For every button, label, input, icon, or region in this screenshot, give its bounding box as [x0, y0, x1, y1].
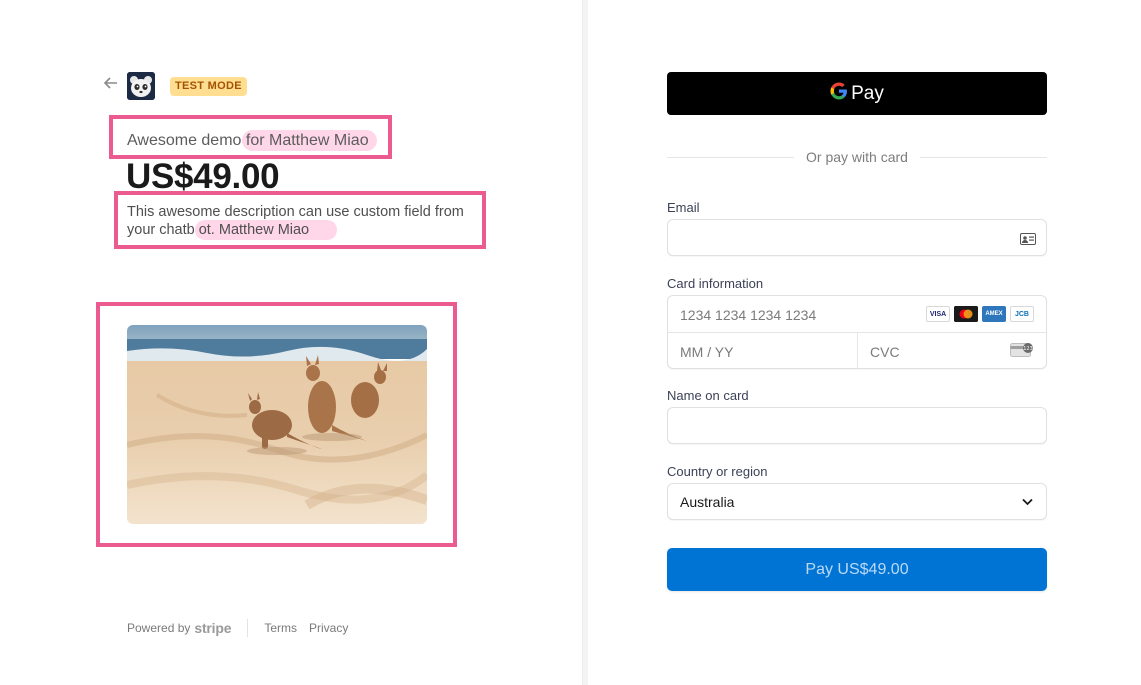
or-pay-with-card-text: Or pay with card: [806, 149, 908, 165]
visa-icon: VISA: [926, 306, 950, 322]
pay-button-label: Pay US$49.00: [805, 560, 909, 578]
terms-link[interactable]: Terms: [264, 621, 297, 635]
merchant-logo: [127, 72, 155, 100]
expiry-field[interactable]: MM / YY: [680, 344, 733, 360]
mastercard-icon: [954, 306, 978, 322]
annotation-frame-description: [114, 191, 486, 249]
country-label: Country or region: [667, 464, 768, 479]
footer: Powered by stripe Terms Privacy: [127, 619, 360, 637]
name-on-card-label: Name on card: [667, 388, 749, 403]
card-column-divider: [857, 332, 858, 369]
jcb-icon: JCB: [1010, 306, 1034, 322]
email-label: Email: [667, 200, 700, 215]
annotation-frame-image: [96, 302, 457, 547]
name-on-card-field[interactable]: [667, 407, 1047, 444]
contact-card-icon: [1020, 232, 1036, 250]
card-information-label: Card information: [667, 276, 764, 291]
cvc-field[interactable]: CVC: [870, 344, 900, 360]
pay-button[interactable]: Pay US$49.00: [667, 548, 1047, 591]
country-select[interactable]: Australia: [667, 483, 1047, 520]
privacy-link[interactable]: Privacy: [309, 621, 348, 635]
or-divider-line-left: [667, 156, 795, 158]
country-selected-value: Australia: [680, 494, 735, 510]
svg-text:123: 123: [1023, 346, 1033, 352]
arrow-left-icon[interactable]: [103, 76, 122, 94]
powered-by-label: Powered by: [127, 621, 191, 635]
powered-by-stripe[interactable]: Powered by stripe: [127, 620, 232, 636]
card-number-field[interactable]: 1234 1234 1234 1234: [680, 307, 816, 323]
google-pay-button[interactable]: Pay: [667, 72, 1047, 115]
email-field[interactable]: [667, 219, 1047, 256]
google-pay-label: Pay: [851, 82, 884, 104]
stripe-logo: stripe: [194, 620, 232, 636]
amex-icon: AMEX: [982, 306, 1006, 322]
chevron-down-icon: [1021, 495, 1034, 513]
annotation-frame-product-name: [109, 115, 392, 159]
card-brands: VISA AMEX JCB: [926, 306, 1034, 322]
google-g-icon: [830, 82, 848, 105]
cvc-card-icon: 123: [1010, 342, 1034, 363]
or-divider: Or pay with card: [667, 148, 1047, 166]
card-information-group: 1234 1234 1234 1234 VISA AMEX JCB MM / Y…: [667, 295, 1047, 369]
or-divider-line-right: [919, 156, 1047, 158]
test-mode-badge: TEST MODE: [170, 77, 247, 96]
footer-divider: [247, 619, 249, 637]
